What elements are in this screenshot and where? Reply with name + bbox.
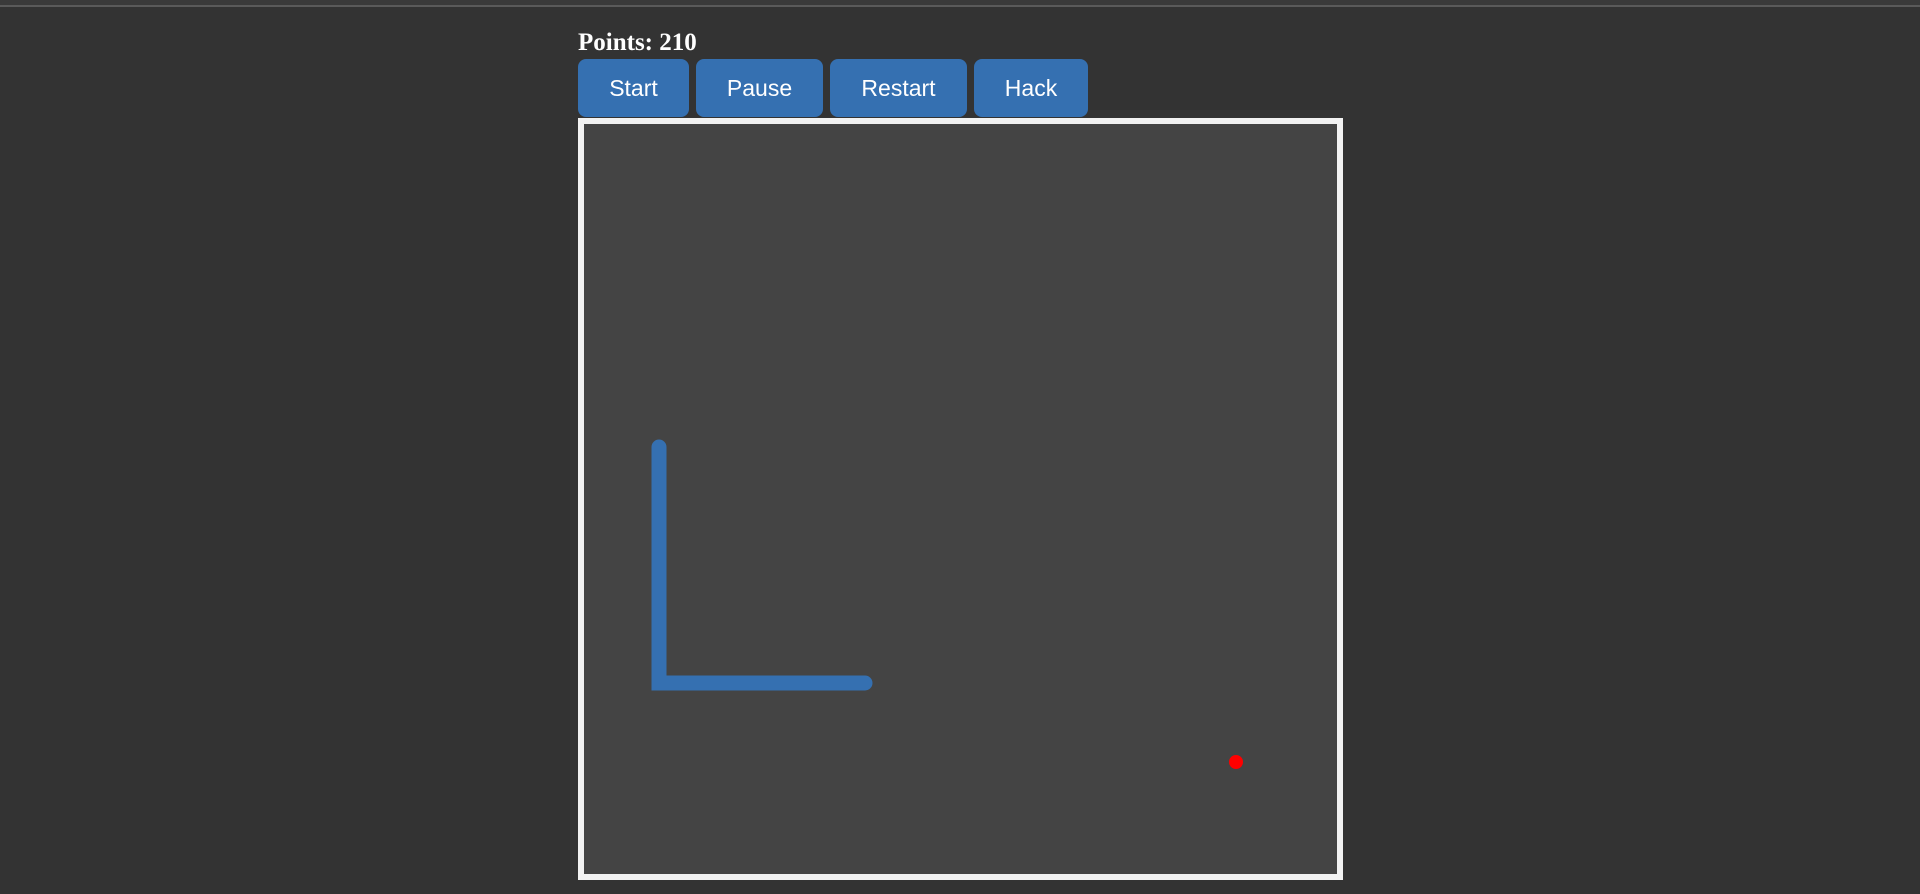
pause-button[interactable]: Pause xyxy=(696,59,823,117)
game-controls: Start Pause Restart Hack xyxy=(578,59,1343,117)
snake xyxy=(651,439,873,691)
game-board[interactable] xyxy=(578,118,1343,880)
snake-game: Points: 210 Start Pause Restart Hack xyxy=(578,28,1343,880)
points-counter: Points: 210 xyxy=(578,29,697,56)
board-canvas xyxy=(651,439,1243,769)
window-top-border xyxy=(0,0,1920,7)
start-button[interactable]: Start xyxy=(578,59,689,117)
restart-button[interactable]: Restart xyxy=(830,59,967,117)
food-dot xyxy=(1229,755,1243,769)
hack-button[interactable]: Hack xyxy=(974,59,1088,117)
